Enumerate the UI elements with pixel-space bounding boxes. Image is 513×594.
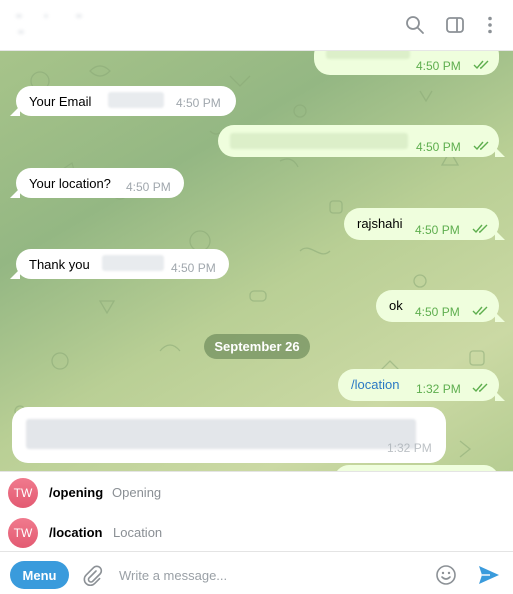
message-time: 4:50 PM: [126, 180, 171, 194]
message-command-link[interactable]: /location: [351, 376, 399, 393]
menu-button[interactable]: Menu: [10, 561, 69, 589]
bot-command-list: TW /opening Opening TW /location Locatio…: [0, 471, 513, 551]
chat-header: [0, 0, 513, 51]
message-outgoing[interactable]: /location 1:32 PM: [338, 369, 499, 401]
attach-icon[interactable]: [79, 562, 105, 588]
message-time: 4:50 PM: [171, 261, 216, 275]
date-separator: September 26: [204, 334, 310, 359]
message-incoming[interactable]: 1:32 PM: [12, 407, 446, 463]
read-ticks-icon: [472, 306, 488, 316]
command-description: Opening: [112, 485, 162, 500]
message-outgoing[interactable]: 4:50 PM: [218, 125, 499, 157]
message-text: Thank you: [29, 257, 90, 272]
message-time: 1:32 PM: [416, 382, 461, 396]
message-text: ok: [389, 298, 403, 313]
sidebar-toggle-icon[interactable]: [443, 13, 467, 37]
command-item-location[interactable]: TW /location Location: [0, 512, 513, 552]
more-vertical-icon[interactable]: [478, 13, 502, 37]
emoji-icon[interactable]: [433, 562, 459, 588]
read-ticks-icon: [472, 224, 488, 234]
message-text: Your location?: [29, 176, 111, 191]
message-outgoing[interactable]: ok 4:50 PM: [376, 290, 499, 322]
read-ticks-icon: [473, 60, 489, 70]
command-name: /location: [49, 525, 103, 540]
message-incoming[interactable]: Thank you 4:50 PM: [16, 249, 229, 279]
redacted-content: [102, 255, 164, 271]
message-text: rajshahi: [357, 216, 403, 231]
command-description: Location: [113, 525, 163, 540]
avatar: TW: [8, 518, 38, 548]
search-icon[interactable]: [403, 13, 427, 37]
message-time: 4:50 PM: [415, 223, 460, 237]
message-outgoing[interactable]: rajshahi 4:50 PM: [344, 208, 499, 240]
message-text: Your Email: [29, 94, 92, 109]
message-time: 4:50 PM: [176, 96, 221, 110]
message-time: 4:50 PM: [415, 305, 460, 319]
message-input[interactable]: [119, 565, 419, 585]
message-time: 4:50 PM: [416, 59, 461, 73]
redacted-content: [326, 51, 410, 59]
message-composer: Menu: [0, 551, 513, 594]
send-icon[interactable]: [476, 562, 502, 588]
command-name: /opening: [49, 485, 104, 500]
message-outgoing[interactable]: 4:50 PM: [314, 51, 499, 75]
message-time: 1:32 PM: [387, 441, 432, 455]
command-item-opening[interactable]: TW /opening Opening: [0, 472, 513, 512]
message-incoming[interactable]: Your location? 4:50 PM: [16, 168, 184, 198]
redacted-content: [26, 419, 416, 449]
read-ticks-icon: [473, 141, 489, 151]
message-list[interactable]: 4:50 PM Your Email 4:50 PM 4:50 PM Your …: [0, 51, 513, 471]
message-time: 4:50 PM: [416, 140, 461, 154]
message-incoming[interactable]: Your Email 4:50 PM: [16, 86, 236, 116]
redacted-content: [108, 92, 164, 108]
redacted-content: [230, 133, 408, 149]
avatar: TW: [8, 478, 38, 508]
chat-title-redacted[interactable]: [16, 12, 96, 38]
read-ticks-icon: [472, 383, 488, 393]
